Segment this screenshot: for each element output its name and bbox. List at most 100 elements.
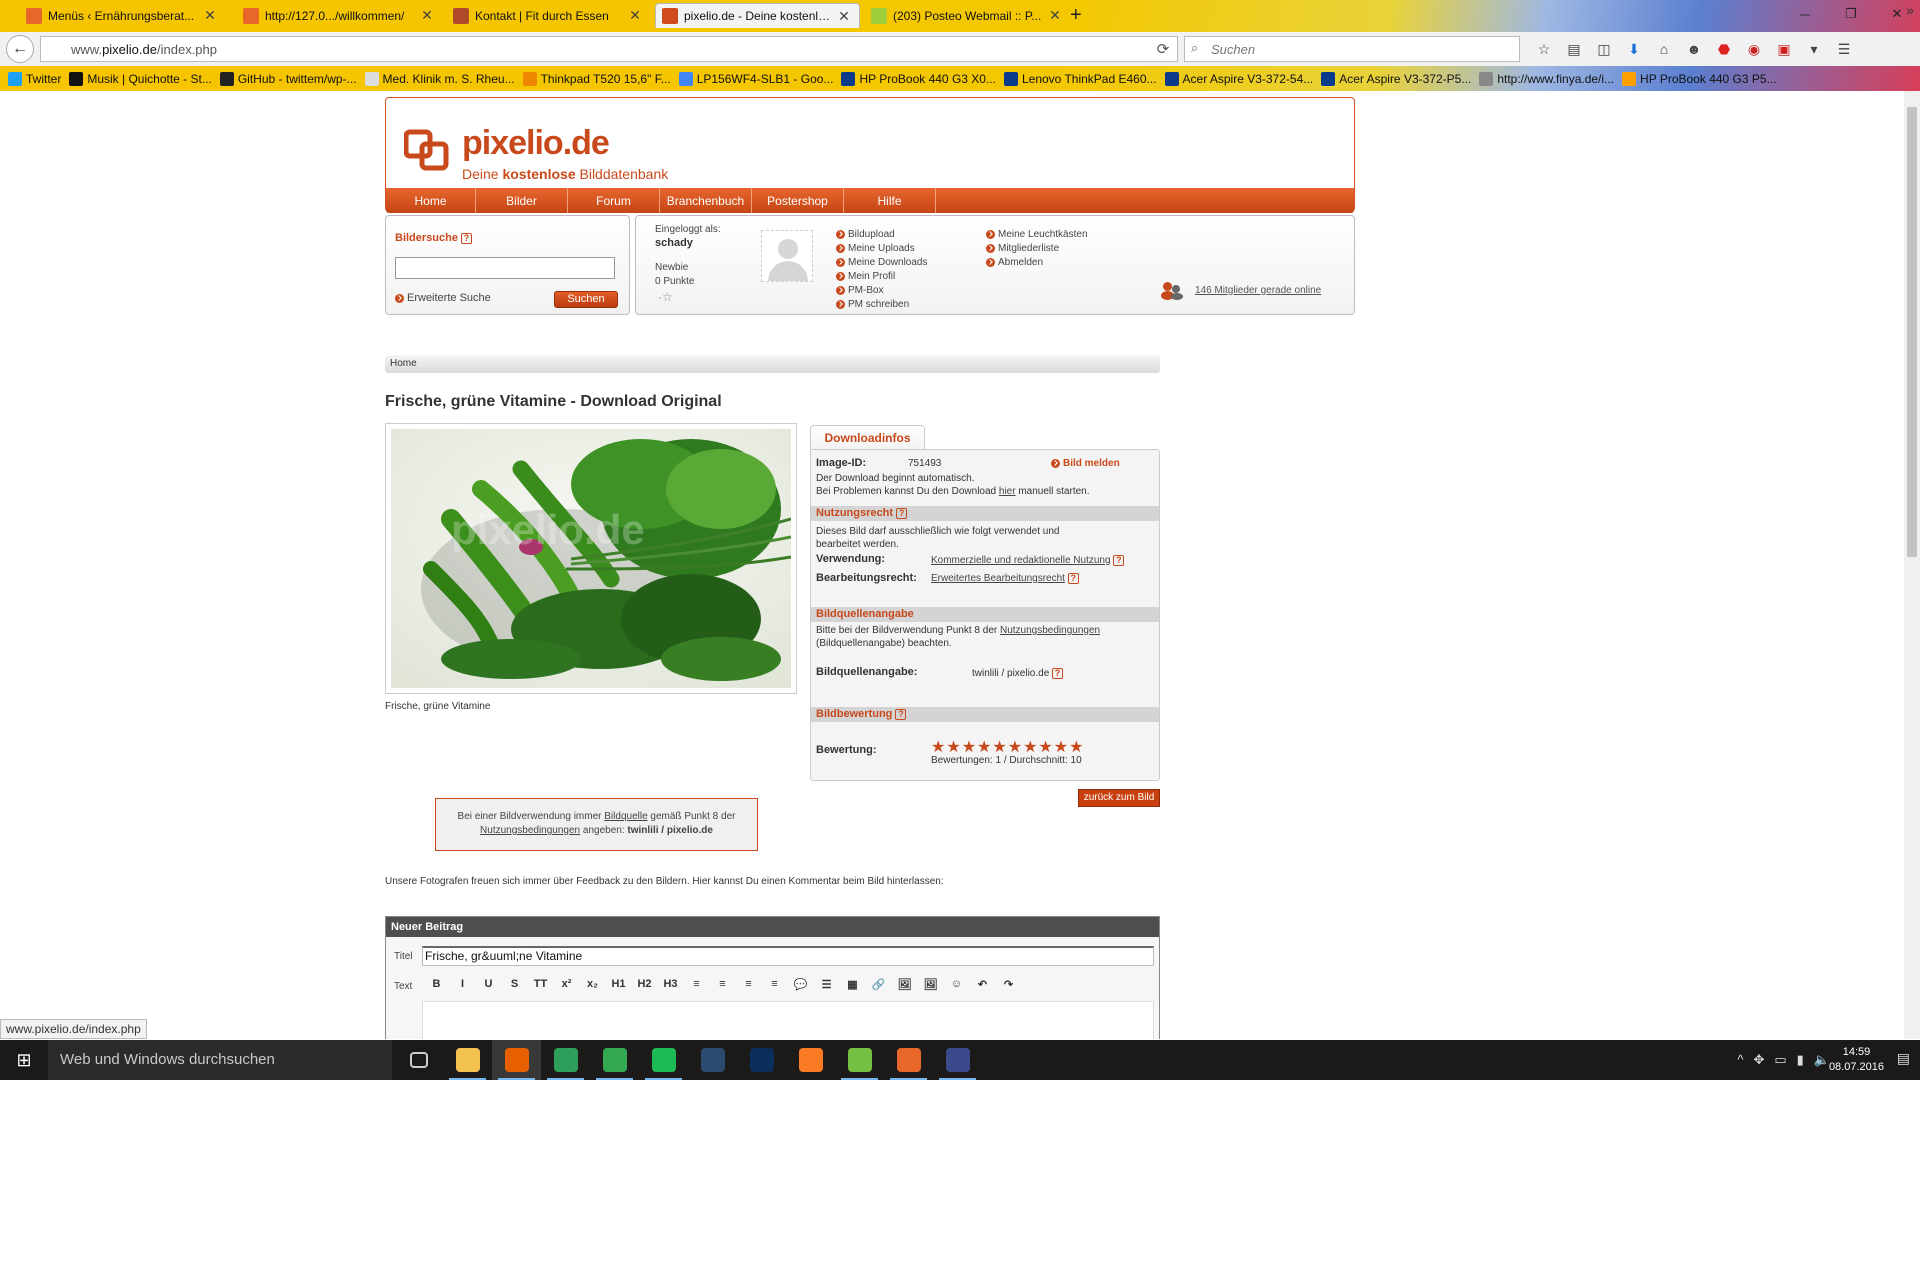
app-green-icon[interactable] bbox=[541, 1040, 590, 1080]
bookmark-3[interactable]: GitHub - twittem/wp-... bbox=[219, 72, 357, 86]
nav-postershop[interactable]: Postershop bbox=[752, 188, 844, 213]
tab-2[interactable]: http://127.0.../willkommen/ ✕ bbox=[237, 3, 442, 28]
rating-stars[interactable]: ★ ★ ★ ★ ★ ★ ★ ★ ★ ★ bbox=[931, 740, 1083, 756]
clock[interactable]: 14:59 08.07.2016 bbox=[1829, 1045, 1884, 1075]
user-link[interactable]: Bildupload bbox=[836, 228, 928, 242]
bookmark-8[interactable]: Lenovo ThinkPad E460... bbox=[1003, 72, 1157, 86]
bildquelle-link[interactable]: Bildquelle bbox=[604, 811, 647, 822]
back-to-image-button[interactable]: zurück zum Bild bbox=[1078, 789, 1160, 807]
xampp-icon[interactable] bbox=[786, 1040, 835, 1080]
breadcrumb[interactable]: Home bbox=[385, 355, 1160, 373]
editor-strikethrough-icon[interactable]: S bbox=[504, 974, 525, 994]
browser-search-box[interactable]: ⌕ Suchen bbox=[1184, 36, 1520, 62]
editor-list-icon[interactable]: ☰ bbox=[816, 974, 837, 994]
editor-h1-icon[interactable]: H1 bbox=[608, 974, 629, 994]
search-button[interactable]: Suchen bbox=[554, 291, 618, 308]
vegetable-photo[interactable]: pixelio.de bbox=[391, 429, 791, 688]
close-tab-icon[interactable]: ✕ bbox=[1048, 7, 1062, 24]
editor-subscript-icon[interactable]: x₂ bbox=[582, 974, 603, 994]
reading-list-icon[interactable]: ▤ bbox=[1562, 36, 1586, 62]
rating-star-icon[interactable]: ★ bbox=[1023, 740, 1037, 756]
pocket-icon[interactable]: ◫ bbox=[1592, 36, 1616, 62]
close-tab-icon[interactable]: ✕ bbox=[420, 7, 434, 24]
bookmark-7[interactable]: HP ProBook 440 G3 X0... bbox=[841, 72, 996, 86]
help-icon[interactable]: ? bbox=[1067, 573, 1079, 584]
close-tab-icon[interactable]: ✕ bbox=[628, 7, 642, 24]
rating-star-icon[interactable]: ★ bbox=[992, 740, 1006, 756]
tab-5[interactable]: (203) Posteo Webmail :: P... ✕ bbox=[865, 3, 1070, 28]
user-link[interactable]: Mitgliederliste bbox=[986, 242, 1088, 256]
editor-align-center-icon[interactable]: ≡ bbox=[712, 974, 733, 994]
taskbar-search[interactable]: Web und Windows durchsuchen bbox=[48, 1040, 392, 1080]
windows-start-icon[interactable]: ⊞ bbox=[0, 1040, 48, 1080]
chat-icon[interactable]: ☻ bbox=[1682, 36, 1706, 62]
rating-star-icon[interactable]: ★ bbox=[1069, 740, 1083, 756]
editor-image-icon[interactable]: 🖼 bbox=[894, 974, 915, 994]
terms-link[interactable]: Nutzungsbedingungen bbox=[480, 825, 580, 836]
nav-hilfe[interactable]: Hilfe bbox=[844, 188, 936, 213]
help-icon[interactable]: ? bbox=[461, 232, 473, 244]
notifications-icon[interactable]: ▤ bbox=[1897, 1050, 1910, 1067]
bookmarks-overflow-icon[interactable]: » bbox=[1906, 2, 1914, 18]
help-icon[interactable]: ? bbox=[895, 708, 907, 720]
editor-superscript-icon[interactable]: x² bbox=[556, 974, 577, 994]
adblock-icon[interactable]: ⬣ bbox=[1712, 36, 1736, 62]
user-link[interactable]: PM schreiben bbox=[836, 298, 928, 312]
user-link[interactable]: Meine Downloads bbox=[836, 256, 928, 270]
manual-download-link[interactable]: hier bbox=[999, 486, 1016, 497]
editor-gallery-icon[interactable]: 🖼 bbox=[920, 974, 941, 994]
editor-underline-icon[interactable]: U bbox=[478, 974, 499, 994]
tab-4[interactable]: pixelio.de - Deine kostenlo... ✕ bbox=[655, 3, 860, 28]
news-icon[interactable]: ▣ bbox=[1772, 36, 1796, 62]
editor-align-right-icon[interactable]: ≡ bbox=[738, 974, 759, 994]
home-icon[interactable]: ⌂ bbox=[1652, 36, 1676, 62]
back-button[interactable]: ← bbox=[6, 35, 34, 63]
spotify-icon[interactable] bbox=[639, 1040, 688, 1080]
download-icon[interactable]: ⬇ bbox=[1622, 36, 1646, 62]
rating-star-icon[interactable]: ★ bbox=[931, 740, 945, 756]
user-link[interactable]: Abmelden bbox=[986, 256, 1088, 270]
bookmark-11[interactable]: http://www.finya.de/i... bbox=[1479, 72, 1614, 86]
battery-icon[interactable]: ▮ bbox=[1797, 1040, 1804, 1080]
chrome-icon[interactable] bbox=[590, 1040, 639, 1080]
editor-smiley-icon[interactable]: ☺ bbox=[946, 974, 967, 994]
user-link[interactable]: Meine Leuchtkästen bbox=[986, 228, 1088, 242]
tab-1[interactable]: Menüs ‹ Ernährungsberat... ✕ bbox=[20, 3, 225, 28]
pixelio-logo-icon[interactable] bbox=[404, 126, 450, 172]
photoshop-icon[interactable] bbox=[737, 1040, 786, 1080]
bookmark-6[interactable]: LP156WF4-SLB1 - Goo... bbox=[678, 72, 833, 86]
bookmark-10[interactable]: Acer Aspire V3-372-P5... bbox=[1321, 72, 1471, 86]
network-icon[interactable]: ▭ bbox=[1774, 1040, 1786, 1080]
editor-italic-icon[interactable]: I bbox=[452, 974, 473, 994]
nav-home[interactable]: Home bbox=[386, 188, 476, 213]
vertical-scrollbar[interactable] bbox=[1904, 91, 1920, 1039]
title-input[interactable]: Frische, gr&uuml;ne Vitamine bbox=[422, 946, 1154, 966]
menu-icon[interactable]: ☰ bbox=[1832, 36, 1856, 62]
editor-teletype-icon[interactable]: TT bbox=[530, 974, 551, 994]
bookmark-1[interactable]: Twitter bbox=[8, 72, 61, 86]
editor-quote-icon[interactable]: 💬 bbox=[790, 974, 811, 994]
bookmark-12[interactable]: HP ProBook 440 G3 P5... bbox=[1622, 72, 1777, 86]
minimize-icon[interactable]: ─ bbox=[1782, 0, 1828, 28]
help-icon[interactable]: ? bbox=[896, 507, 908, 519]
username[interactable]: schady bbox=[655, 237, 693, 249]
new-tab-button[interactable]: + bbox=[1070, 4, 1082, 27]
terms-link[interactable]: Nutzungsbedingungen bbox=[1000, 625, 1100, 636]
editor-bold-icon[interactable]: B bbox=[426, 974, 447, 994]
nav-bilder[interactable]: Bilder bbox=[476, 188, 568, 213]
keepass-icon[interactable] bbox=[933, 1040, 982, 1080]
app-orange-icon[interactable] bbox=[884, 1040, 933, 1080]
editor-h2-icon[interactable]: H2 bbox=[634, 974, 655, 994]
user-link[interactable]: Mein Profil bbox=[836, 270, 928, 284]
overflow-icon[interactable]: ▾ bbox=[1802, 36, 1826, 62]
close-tab-icon[interactable]: ✕ bbox=[837, 8, 851, 25]
reload-button[interactable]: ⟳ bbox=[1148, 36, 1178, 62]
editor-align-left-icon[interactable]: ≡ bbox=[686, 974, 707, 994]
help-icon[interactable]: ? bbox=[1052, 668, 1064, 679]
maximize-icon[interactable]: ❐ bbox=[1828, 0, 1874, 28]
bookmark-4[interactable]: Med. Klinik m. S. Rheu... bbox=[364, 72, 515, 86]
extension-icon[interactable]: ◉ bbox=[1742, 36, 1766, 62]
volume-icon[interactable]: 🔈 bbox=[1814, 1040, 1830, 1080]
avatar[interactable] bbox=[761, 230, 813, 282]
rating-star-icon[interactable]: ★ bbox=[946, 740, 960, 756]
